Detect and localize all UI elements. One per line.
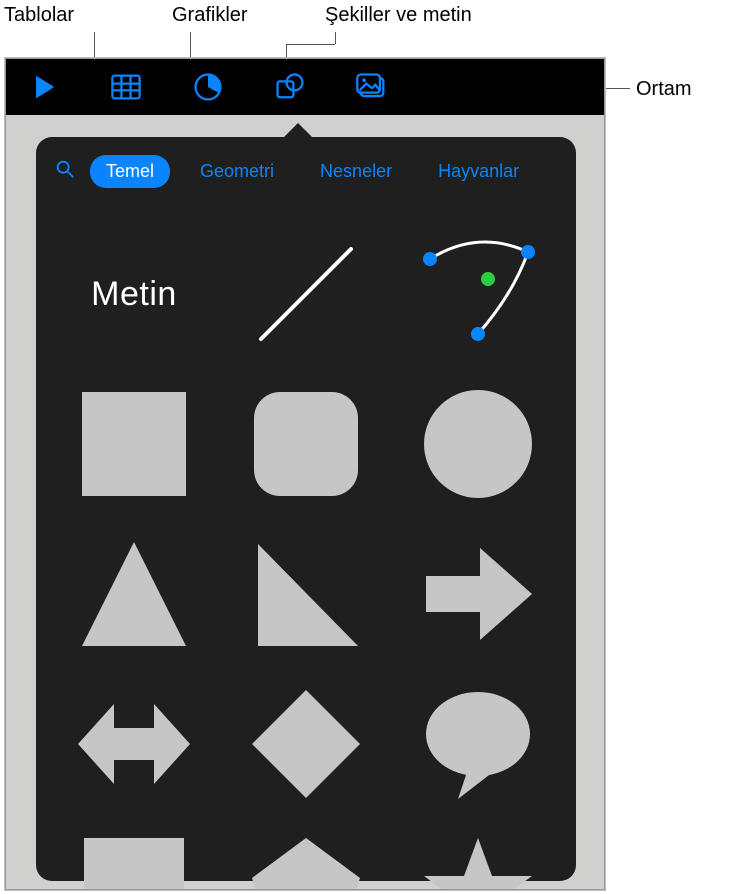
app-frame: Temel Geometri Nesneler Hayvanlar Metin [5,58,605,890]
tabs-row: Temel Geometri Nesneler Hayvanlar [54,151,558,191]
shape-line[interactable] [231,219,381,369]
shapes-grid: Metin [54,219,558,890]
shape-pen-curve[interactable] [403,219,553,369]
shape-triangle[interactable] [59,519,209,669]
callout-media: Ortam [636,78,692,101]
shape-square[interactable] [59,369,209,519]
shape-arrow-right[interactable] [403,519,553,669]
charts-button[interactable] [188,67,228,107]
toolbar [6,59,604,115]
callout-tables: Tablolar [4,4,74,27]
popover-arrow [282,123,314,139]
text-shape-label: Metin [91,275,177,314]
media-button[interactable] [352,67,392,107]
shapes-button[interactable] [270,67,310,107]
tables-button[interactable] [106,67,146,107]
shape-circle[interactable] [403,369,553,519]
callouts-top: Tablolar Grafikler Şekiller ve metin [0,0,750,58]
shape-rounded-square[interactable] [231,369,381,519]
tab-geometry[interactable]: Geometri [184,155,290,188]
shape-pentagon[interactable] [231,819,381,890]
shape-double-arrow[interactable] [59,669,209,819]
shape-diamond[interactable] [231,669,381,819]
search-icon[interactable] [54,158,76,185]
callout-line [286,44,335,45]
callout-charts: Grafikler [172,4,248,27]
shape-speech-bubble[interactable] [403,669,553,819]
shape-star[interactable] [403,819,553,890]
play-button[interactable] [24,67,64,107]
callout-shapes-text: Şekiller ve metin [325,4,472,27]
shapes-popover: Temel Geometri Nesneler Hayvanlar Metin [36,137,576,881]
tab-objects[interactable]: Nesneler [304,155,408,188]
tab-basic[interactable]: Temel [90,155,170,188]
callout-line [335,32,336,44]
shape-text[interactable]: Metin [59,219,209,369]
shape-callout-rect[interactable] [59,819,209,890]
tab-animals[interactable]: Hayvanlar [422,155,535,188]
shape-right-triangle[interactable] [231,519,381,669]
